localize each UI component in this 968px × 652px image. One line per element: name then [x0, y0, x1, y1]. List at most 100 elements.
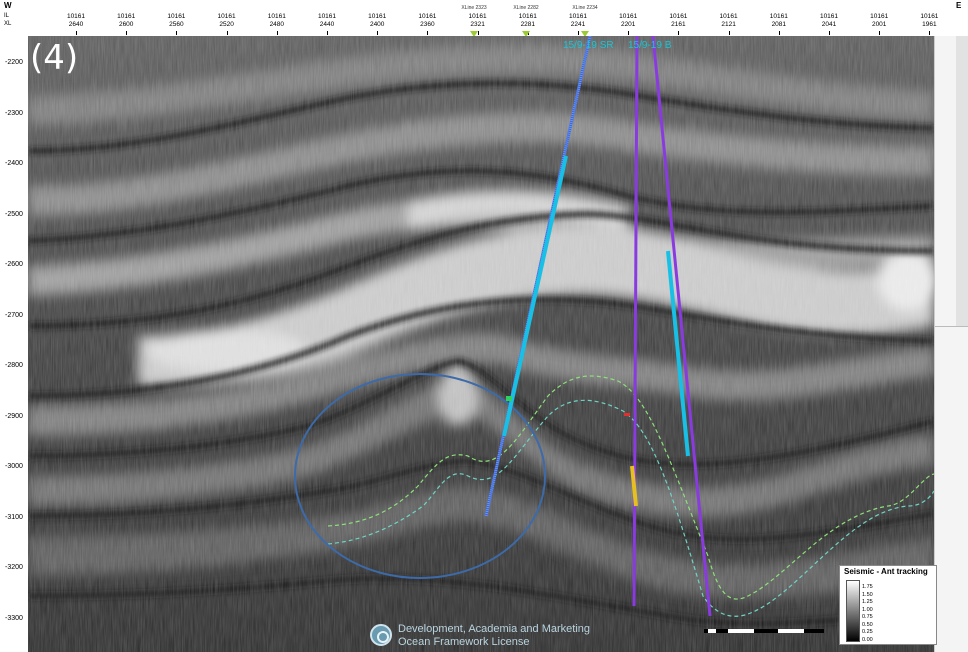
inline-tick-label: 10161 2480 [257, 13, 297, 29]
inline-number: 10161 [870, 13, 889, 20]
crossline-number: 2480 [269, 21, 285, 28]
inline-number: 10161 [167, 13, 186, 20]
inline-number: 10161 [217, 13, 236, 20]
crossline-number: 2001 [871, 21, 887, 28]
inline-tick-label: 10161 2041 [809, 13, 849, 29]
depth-tick-label: -2200 [5, 59, 23, 66]
well-label-b: 15/9-19 B [628, 40, 672, 51]
inline-number: 10161 [719, 13, 738, 20]
legend-value: 0.00 [862, 636, 873, 643]
watermark-line-2: Ocean Framework License [398, 636, 530, 648]
tick-mark [126, 31, 128, 35]
inline-number: 10161 [518, 13, 537, 20]
inline-tick-label: 10161 2440 [307, 13, 347, 29]
tick-mark [176, 31, 178, 35]
legend-value: 1.75 [862, 584, 873, 590]
legend-value: 0.50 [862, 621, 873, 628]
legend-value: 0.75 [862, 614, 873, 620]
crossline-number: 2121 [721, 21, 736, 28]
inline-number: 10161 [117, 13, 136, 20]
inline-tick-label: 10161 2001 [859, 13, 899, 29]
crossline-number: 2161 [671, 21, 686, 28]
inline-tick-label: 10161 2241 [558, 13, 598, 29]
crossline-number: 2201 [620, 21, 636, 28]
inline-number: 10161 [66, 13, 86, 20]
tick-mark [879, 31, 881, 35]
depth-tick-label: -2300 [5, 109, 23, 117]
inline-tick-label: 10161 2360 [407, 13, 447, 29]
inline-tick-label: 10161 2161 [658, 13, 698, 29]
tick-mark [678, 31, 680, 35]
inline-number: 10161 [669, 13, 688, 20]
crossline-number: 2281 [520, 21, 536, 28]
figure-label: (4) [30, 38, 79, 78]
tick-mark [628, 31, 630, 35]
legend-value: 1.25 [862, 599, 873, 605]
crossline-number: 2321 [470, 21, 485, 28]
depth-tick-label: -2500 [5, 210, 23, 218]
tick-mark [728, 31, 730, 35]
watermark-line-1: Development, Academia and Marketing [398, 623, 590, 635]
crossline-number: 2041 [821, 21, 837, 28]
legend-title: Seismic - Ant tracking [844, 567, 928, 576]
legend-value: 0.25 [862, 629, 873, 635]
crossline-number: 2241 [570, 21, 586, 28]
legend-value: 1.00 [862, 606, 873, 613]
inline-number: 10161 [418, 13, 437, 20]
inline-number: 10161 [619, 13, 638, 20]
crossline-number: 2640 [68, 21, 84, 28]
scale-bar [704, 629, 824, 633]
inline-number: 10161 [368, 13, 387, 20]
inline-tick-label: 10161 2081 [759, 13, 799, 29]
tick-mark [929, 31, 931, 35]
depth-tick-label: -2900 [5, 412, 23, 420]
panel-divider [935, 326, 968, 327]
inline-number: 10161 [267, 13, 286, 20]
inline-number: 10161 [769, 13, 788, 20]
tick-mark [427, 31, 429, 35]
inline-tick-label: 10161 2121 [709, 13, 749, 29]
depth-tick-label: -3000 [5, 463, 23, 470]
inline-number: 10161 [920, 13, 939, 20]
legend-colorbar [846, 580, 860, 642]
xline-marker-label: XLine 2282 [513, 5, 539, 11]
inline-number: 10161 [317, 13, 337, 20]
depth-tick-label: -3100 [5, 513, 23, 521]
depth-tick-label: -2800 [5, 362, 23, 369]
crossline-number: 2360 [420, 21, 435, 28]
inline-number: 10161 [568, 13, 588, 20]
crossline-number: 2520 [219, 21, 234, 28]
inline-tick-label: 10161 2321 [458, 13, 498, 29]
depth-tick-label: -3300 [5, 614, 23, 622]
tick-mark [327, 31, 328, 35]
tick-mark [578, 31, 579, 35]
crossline-number: 2081 [771, 21, 787, 28]
xline-marker-label: XLine 2323 [461, 5, 487, 11]
legend-value: 1.50 [862, 591, 873, 598]
top-axis: 10161 2640 10161 2600 10161 2560 10161 2520 1016… [0, 0, 968, 40]
depth-tick-label: -2600 [5, 261, 23, 268]
inline-tick-label: 10161 2201 [608, 13, 648, 29]
seismic-image [28, 36, 934, 652]
xline-marker-label: XLine 2234 [572, 5, 598, 11]
inline-tick-label: 10161 2600 [106, 13, 146, 29]
tick-mark [778, 31, 780, 35]
tick-mark [829, 31, 830, 35]
crossline-number: 2440 [319, 21, 335, 28]
inline-number: 10161 [819, 13, 839, 20]
depth-tick-label: -2700 [5, 311, 23, 319]
seismic-section[interactable] [28, 36, 934, 652]
crossline-number: 2560 [169, 21, 184, 28]
crossline-number: 2600 [118, 21, 134, 28]
inline-number: 10161 [468, 13, 487, 20]
inline-tick-label: 10161 2400 [357, 13, 397, 29]
panel-scroll-region[interactable] [956, 36, 968, 326]
inline-tick-label: 10161 2640 [56, 13, 96, 29]
tick-mark [276, 31, 278, 35]
depth-tick-label: -2400 [5, 160, 23, 167]
inline-tick-label: 10161 1961 [909, 13, 949, 29]
color-legend: Seismic - Ant tracking 1.75 1.50 1.25 1.00 0… [839, 565, 937, 645]
crossline-number: 1961 [922, 21, 937, 28]
tick-mark [226, 31, 228, 35]
tick-mark [377, 31, 379, 35]
